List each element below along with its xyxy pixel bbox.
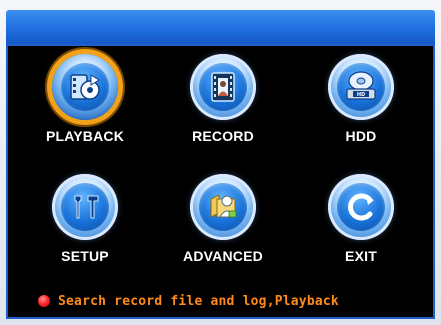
menu-item-advanced[interactable]: ADVANCED <box>168 174 278 282</box>
menu-item-label: HDD <box>345 128 377 144</box>
main-menu-screen: PLAYBACK RECORD HD HDD SETUP ADVANCED EX… <box>6 44 435 319</box>
menu-item-exit[interactable]: EXIT <box>306 174 416 282</box>
status-message: Search record file and log,Playback <box>58 293 339 309</box>
menu-icon-ring: HD <box>328 54 394 120</box>
hdd-icon: HD <box>337 63 385 111</box>
exit-icon <box>337 183 385 231</box>
menu-item-label: ADVANCED <box>183 248 263 264</box>
menu-icon-ring <box>190 54 256 120</box>
menu-icon-ring <box>328 174 394 240</box>
svg-text:HD: HD <box>357 92 365 98</box>
menu-item-label: RECORD <box>192 128 254 144</box>
menu-icon-ring <box>52 174 118 240</box>
menu-item-record[interactable]: RECORD <box>168 54 278 162</box>
menu-item-setup[interactable]: SETUP <box>30 174 140 282</box>
menu-item-label: EXIT <box>345 248 377 264</box>
status-indicator-icon <box>38 295 50 307</box>
playback-icon <box>61 63 109 111</box>
title-bar <box>6 10 435 44</box>
advanced-icon <box>199 183 247 231</box>
status-bar: Search record file and log,Playback <box>6 288 435 314</box>
setup-icon <box>61 183 109 231</box>
menu-item-label: PLAYBACK <box>45 128 125 144</box>
menu-icon-ring <box>190 174 256 240</box>
record-icon <box>199 63 247 111</box>
menu-icon-ring <box>52 54 118 120</box>
menu-item-playback[interactable]: PLAYBACK <box>30 54 140 162</box>
menu-item-label: SETUP <box>61 248 109 264</box>
menu-item-hdd[interactable]: HD HDD <box>306 54 416 162</box>
